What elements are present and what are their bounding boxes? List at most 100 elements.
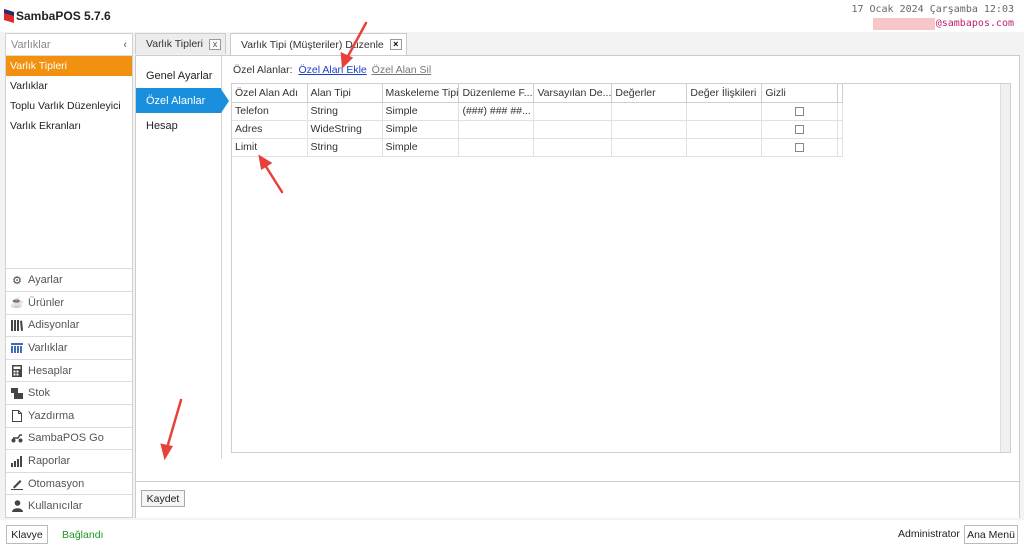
- nav-item-hesaplar[interactable]: Hesaplar: [6, 358, 132, 382]
- grid-vertical-scrollbar[interactable]: [1000, 84, 1010, 452]
- cell-edit-format[interactable]: [458, 138, 535, 157]
- nav-item-raporlar[interactable]: Raporlar: [6, 449, 132, 472]
- status-bar: Klavye Bağlandı Administrator Ana Menü: [0, 520, 1024, 549]
- cell-values[interactable]: [611, 138, 688, 157]
- cell-field-type[interactable]: String: [307, 102, 383, 121]
- cell-field-type[interactable]: WideString: [307, 120, 383, 139]
- coffee-icon: ☕: [10, 297, 24, 310]
- section-genel-ayarlar[interactable]: Genel Ayarlar: [136, 63, 221, 88]
- hidden-checkbox[interactable]: [795, 124, 805, 134]
- table-header-row: Özel Alan Adı Alan Tipi Maskeleme Tipi D…: [232, 84, 844, 103]
- sidebar-item-varliklar[interactable]: Varlıklar: [6, 76, 132, 96]
- column-header[interactable]: Değer İlişkileri: [686, 84, 763, 103]
- document-icon: [11, 409, 23, 422]
- sidebar-header-label: Varlıklar: [11, 38, 51, 51]
- cell-hidden[interactable]: [761, 102, 839, 121]
- tab-varlik-tipi-duzenle[interactable]: Varlık Tipi (Müşteriler) Düzenle ×: [230, 33, 407, 55]
- table-row[interactable]: Telefon String Simple (###) ### ##...: [232, 102, 844, 121]
- nav-item-stok[interactable]: Stok: [6, 381, 132, 404]
- sidebar-item-varlik-tipleri[interactable]: Varlık Tipleri: [6, 56, 132, 76]
- section-label: Hesap: [146, 119, 178, 132]
- cell-default-value[interactable]: [533, 138, 613, 157]
- connection-status: Bağlandı: [62, 529, 104, 541]
- books-icon: [11, 319, 23, 331]
- nav-item-label: Yazdırma: [28, 409, 75, 422]
- nav-item-label: Kullanıcılar: [28, 500, 83, 513]
- user-icon: [11, 500, 23, 513]
- cell-values[interactable]: [611, 102, 688, 121]
- cell-hidden[interactable]: [761, 138, 839, 157]
- section-hesap[interactable]: Hesap: [136, 113, 221, 138]
- datetime: 17 Ocak 2024 Çarşamba 12:03: [851, 4, 1014, 15]
- cell-default-value[interactable]: [533, 120, 613, 139]
- cell-field-name[interactable]: Adres: [232, 120, 308, 139]
- delete-custom-field-link[interactable]: Özel Alan Sil: [372, 64, 432, 76]
- custom-fields-grid: Özel Alan Adı Alan Tipi Maskeleme Tipi D…: [231, 83, 1011, 453]
- cell-filler: [837, 138, 844, 157]
- custom-fields-table: Özel Alan Adı Alan Tipi Maskeleme Tipi D…: [232, 84, 844, 157]
- main-menu-button[interactable]: Ana Menü: [964, 525, 1018, 544]
- keyboard-button[interactable]: Klavye: [6, 525, 48, 544]
- cell-value-relations[interactable]: [686, 138, 763, 157]
- cell-value-relations[interactable]: [686, 120, 763, 139]
- nav-item-label: Varlıklar: [28, 342, 68, 355]
- sidebar-item-label: Varlık Ekranları: [10, 120, 81, 132]
- nav-item-otomasyon[interactable]: Otomasyon: [6, 471, 132, 495]
- hidden-checkbox[interactable]: [795, 106, 805, 116]
- column-header[interactable]: Maskeleme Tipi: [382, 84, 460, 103]
- main-navigation: ⚙ Ayarlar ☕ Ürünler Adisyonlar Varlıklar…: [6, 268, 132, 517]
- nav-item-label: Ayarlar: [28, 274, 63, 287]
- bar-chart-icon: [11, 455, 23, 467]
- sidebar-item-toplu-varlik-duzenleyici[interactable]: Toplu Varlık Düzenleyici: [6, 96, 132, 116]
- save-button[interactable]: Kaydet: [141, 490, 185, 507]
- table-row[interactable]: Adres WideString Simple: [232, 120, 844, 139]
- cell-mask-type[interactable]: Simple: [382, 102, 460, 121]
- nav-item-label: SambaPOS Go: [28, 432, 104, 445]
- nav-item-label: Stok: [28, 387, 51, 400]
- editor-content: Genel Ayarlar Özel Alanlar Hesap Özel Al…: [135, 55, 1020, 518]
- cell-edit-format[interactable]: [458, 120, 535, 139]
- nav-item-yazdirma[interactable]: Yazdırma: [6, 404, 132, 427]
- cell-default-value[interactable]: [533, 102, 613, 121]
- column-header[interactable]: Düzenleme F...: [458, 84, 535, 103]
- cell-field-name[interactable]: Telefon: [232, 102, 308, 121]
- collapse-chevron-icon[interactable]: ‹: [123, 39, 127, 51]
- editor-footer: Kaydet: [136, 481, 1019, 518]
- cell-values[interactable]: [611, 120, 688, 139]
- nav-item-label: Adisyonlar: [28, 319, 80, 332]
- tab-label: Varlık Tipi (Müşteriler) Düzenle: [241, 38, 384, 51]
- cell-field-name[interactable]: Limit: [232, 138, 308, 157]
- column-header[interactable]: Değerler: [611, 84, 688, 103]
- nav-item-varliklar[interactable]: Varlıklar: [6, 336, 132, 359]
- left-sidebar: Varlıklar ‹ Varlık Tipleri Varlıklar Top…: [5, 33, 133, 518]
- close-tab-icon[interactable]: x: [209, 38, 221, 50]
- close-tab-icon[interactable]: ×: [389, 39, 402, 50]
- tab-varlik-tipleri[interactable]: Varlık Tipleri x: [135, 33, 226, 54]
- custom-fields-toolbar: Özel Alanlar: Özel Alan Ekle Özel Alan S…: [233, 64, 431, 76]
- cell-mask-type[interactable]: Simple: [382, 138, 460, 157]
- sidebar-item-varlik-ekranlari[interactable]: Varlık Ekranları: [6, 116, 132, 136]
- cell-field-type[interactable]: String: [307, 138, 383, 157]
- column-header[interactable]: Özel Alan Adı: [232, 84, 308, 103]
- cell-edit-format[interactable]: (###) ### ##...: [458, 102, 535, 121]
- sidebar-item-label: Varlık Tipleri: [10, 60, 67, 72]
- nav-item-adisyonlar[interactable]: Adisyonlar: [6, 313, 132, 337]
- hidden-checkbox[interactable]: [795, 142, 805, 152]
- cell-filler: [837, 120, 844, 139]
- cell-value-relations[interactable]: [686, 102, 763, 121]
- column-header[interactable]: Gizli: [761, 84, 839, 103]
- nav-item-kullanicilar[interactable]: Kullanıcılar: [6, 494, 132, 517]
- section-ozel-alanlar[interactable]: Özel Alanlar: [136, 88, 229, 113]
- nav-item-urunler[interactable]: ☕ Ürünler: [6, 291, 132, 314]
- table-row[interactable]: Limit String Simple: [232, 138, 844, 157]
- column-header[interactable]: Varsayılan De...: [533, 84, 613, 103]
- column-header-filler: [837, 84, 844, 103]
- nav-item-sambapos-go[interactable]: SambaPOS Go: [6, 426, 132, 450]
- nav-item-ayarlar[interactable]: ⚙ Ayarlar: [6, 268, 132, 291]
- cell-hidden[interactable]: [761, 120, 839, 139]
- custom-fields-label: Özel Alanlar:: [233, 64, 293, 76]
- column-header[interactable]: Alan Tipi: [307, 84, 383, 103]
- add-custom-field-link[interactable]: Özel Alan Ekle: [298, 64, 366, 76]
- sidebar-header[interactable]: Varlıklar ‹: [6, 34, 132, 56]
- cell-mask-type[interactable]: Simple: [382, 120, 460, 139]
